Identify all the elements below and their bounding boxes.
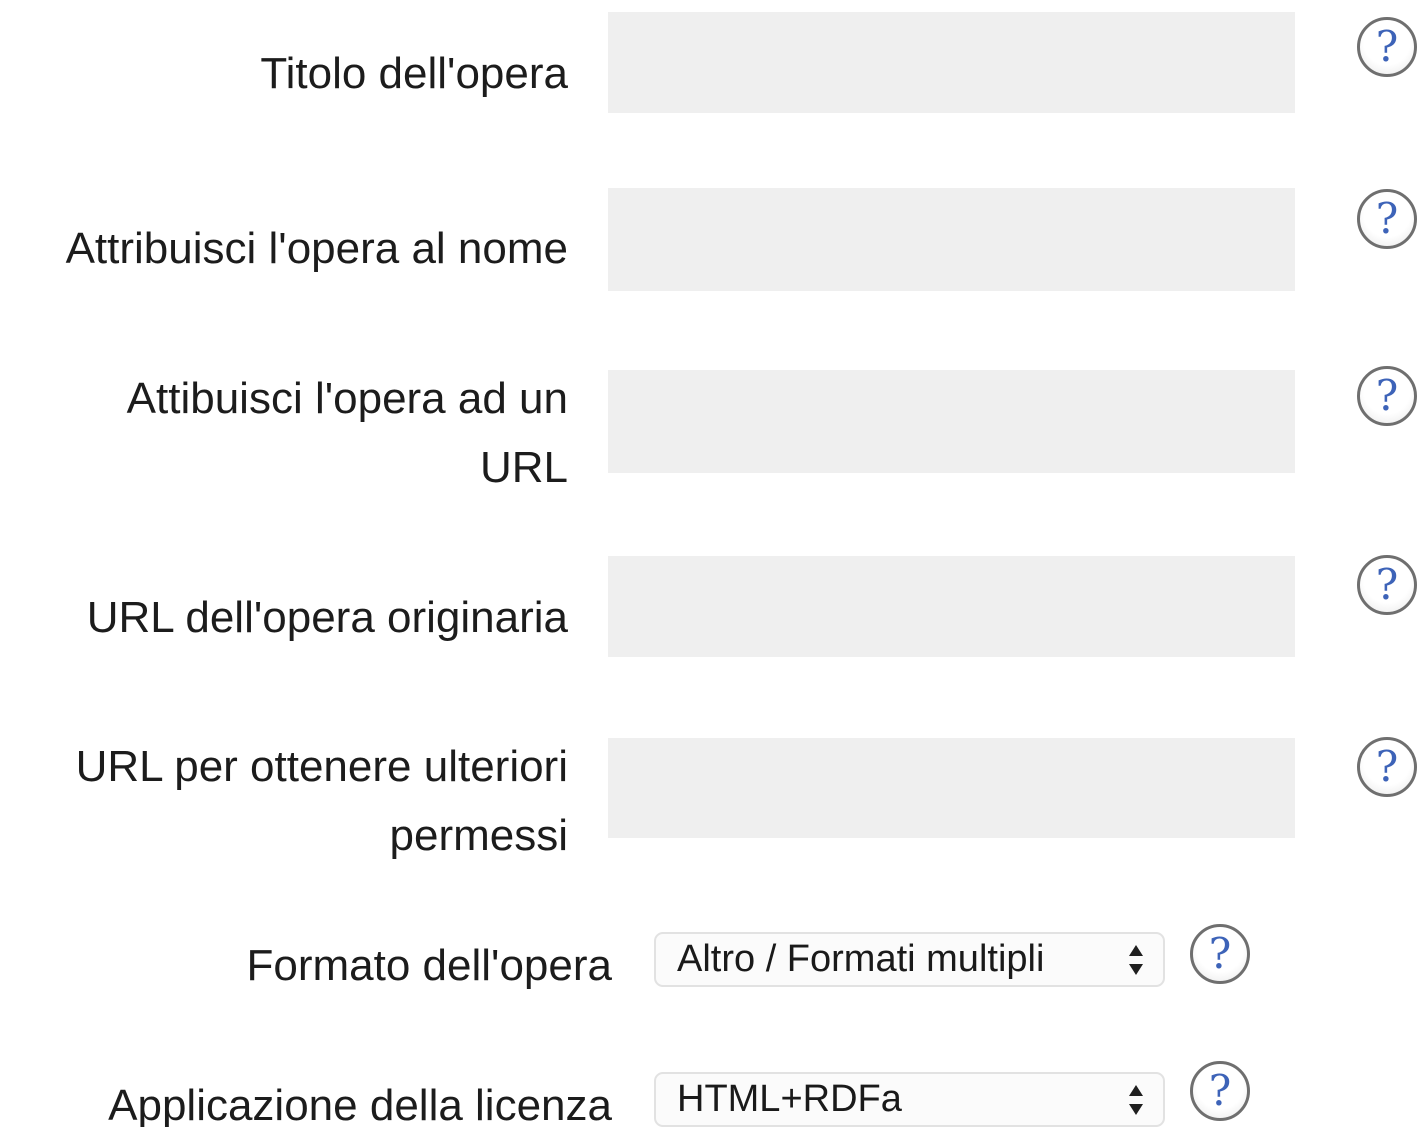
field-label-more-permissions-url: URL per ottenere ulteriori permessi — [75, 742, 568, 860]
field-label-source-work-url: URL dell'opera originaria — [86, 593, 568, 642]
field-label-work-title: Titolo dell'opera — [260, 49, 568, 98]
field-label-license-application: Applicazione della licenza — [108, 1081, 612, 1127]
license-application-select[interactable]: HTML+RDFa — [654, 1072, 1165, 1127]
field-label-work-format: Formato dell'opera — [246, 941, 612, 990]
field-label-attribution-url: Attibuisci l'opera ad un URL — [126, 374, 568, 492]
work-title-input[interactable] — [608, 12, 1295, 113]
license-application-help-icon[interactable]: ? — [1190, 1061, 1250, 1121]
work-format-selected-value: Altro / Formati multipli — [677, 938, 1045, 980]
more-permissions-url-input[interactable] — [608, 738, 1295, 838]
attribution-url-input[interactable] — [608, 370, 1295, 473]
up-down-arrows-icon — [1129, 945, 1143, 975]
source-work-url-input[interactable] — [608, 556, 1295, 657]
work-format-select[interactable]: Altro / Formati multipli — [654, 932, 1165, 987]
more-permissions-url-help-icon[interactable]: ? — [1357, 737, 1417, 797]
attribution-url-help-icon[interactable]: ? — [1357, 366, 1417, 426]
up-down-arrows-icon — [1129, 1085, 1143, 1115]
attribution-name-help-icon[interactable]: ? — [1357, 189, 1417, 249]
source-work-url-help-icon[interactable]: ? — [1357, 555, 1417, 615]
license-application-selected-value: HTML+RDFa — [677, 1078, 902, 1120]
work-title-help-icon[interactable]: ? — [1357, 17, 1417, 77]
work-format-help-icon[interactable]: ? — [1190, 924, 1250, 984]
attribution-name-input[interactable] — [608, 188, 1295, 291]
field-label-attribution-name: Attribuisci l'opera al nome — [65, 224, 568, 273]
